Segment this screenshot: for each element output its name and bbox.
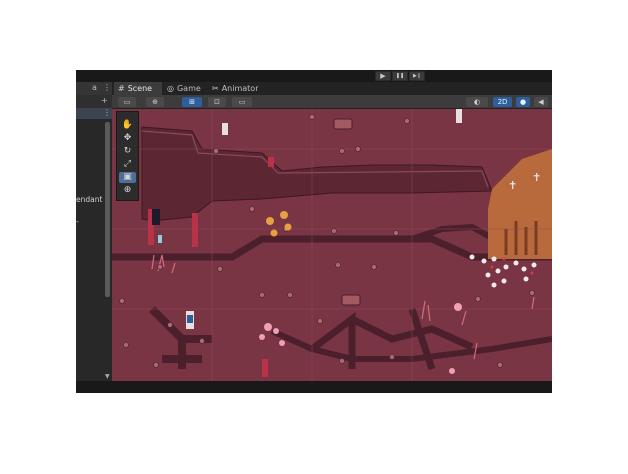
npc [456, 109, 462, 123]
hierarchy-item-label[interactable]: endant [76, 195, 102, 204]
rotate-tool-button[interactable]: ↻ [119, 146, 136, 157]
2d-mode-label: 2D [497, 97, 508, 106]
step-icon: ▶❙ [412, 72, 422, 79]
animator-icon: ✂ [212, 84, 219, 93]
play-icon: ▶ [380, 71, 386, 80]
transform-icon: ⊕ [123, 185, 132, 195]
rect-icon: ▭ [123, 97, 131, 106]
move-icon: ✥ [123, 133, 132, 143]
tab-game[interactable]: ◎ Game [163, 82, 207, 95]
playmode-toolbar: ▶ ❚❚ ▶❙ [76, 70, 552, 82]
add-icon[interactable]: + [101, 97, 108, 105]
crate [333, 118, 353, 130]
hierarchy-selected-row[interactable]: ⋮ [76, 108, 112, 119]
crate [341, 294, 361, 306]
status-bar [112, 381, 552, 393]
hand-icon: ✋ [121, 120, 134, 130]
move-tool-button[interactable]: ✥ [119, 133, 136, 144]
hierarchy-scrollbar[interactable] [105, 122, 110, 297]
snap-icon: ⊡ [214, 97, 220, 106]
grid-icon: ⊞ [189, 97, 195, 106]
light-icon: ● [519, 97, 527, 106]
pillar [192, 213, 198, 247]
playmode-controls: ▶ ❚❚ ▶❙ [375, 71, 425, 81]
shading-icon: ◐ [473, 97, 481, 106]
pillar [268, 157, 274, 167]
game-icon: ◎ [167, 84, 174, 93]
tab-scene-label: Scene [127, 84, 153, 93]
tab-animator-label: Animator [221, 84, 259, 93]
tab-game-label: Game [176, 84, 201, 93]
hierarchy-search[interactable]: + [76, 95, 112, 108]
increment-snap-button[interactable]: ▭ [232, 97, 252, 107]
pause-icon: ❚❚ [395, 72, 405, 79]
view-tool-button[interactable]: ✋ [119, 120, 136, 131]
global-toggle-button[interactable]: ⊕ [146, 97, 164, 107]
grid-toggle-button[interactable]: ⊞ [182, 97, 202, 107]
npc [158, 235, 162, 243]
rect-transform-icon: ▣ [123, 172, 132, 182]
scene-icon: # [118, 84, 125, 93]
rotate-icon: ↻ [123, 146, 132, 156]
scale-tool-button[interactable]: ⤢ [119, 159, 136, 170]
audio-toggle-button[interactable]: ◀ [534, 97, 548, 107]
scene-tools-overlay: ✋ ✥ ↻ ⤢ ▣ ⊕ [116, 111, 139, 201]
row-menu-icon[interactable]: ⋮ [103, 109, 111, 117]
shading-mode-button[interactable]: ◐ [466, 97, 488, 107]
rect-tool-button[interactable]: ▣ [119, 172, 136, 183]
scroll-down-icon[interactable]: ▼ [105, 373, 110, 380]
transform-tool-button[interactable]: ⊕ [119, 185, 136, 196]
player-cloak [187, 315, 193, 323]
scene-tab-bar: # Scene ◎ Game ✂ Animator [112, 82, 552, 95]
step-button[interactable]: ▶❙ [409, 71, 425, 81]
pillar [262, 359, 268, 377]
hierarchy-panel: a ⋮ + ⋮ endant - ▼ [76, 82, 112, 381]
audio-icon: ◀ [538, 97, 544, 106]
hierarchy-item-dash: - [76, 217, 79, 226]
unity-editor-window: ▶ ❚❚ ▶❙ a ⋮ + ⋮ endant - ▼ # Scene ◎ Gam… [76, 70, 552, 393]
doorway [152, 209, 160, 225]
tab-animator[interactable]: ✂ Animator [208, 82, 264, 95]
global-icon: ⊕ [152, 97, 158, 106]
tab-scene[interactable]: # Scene [114, 82, 162, 95]
snap-button[interactable]: ⊡ [208, 97, 226, 107]
increment-snap-icon: ▭ [238, 97, 246, 106]
rect-select-button[interactable]: ▭ [118, 97, 136, 107]
level-map: ✝ ✝ [112, 109, 552, 381]
play-button[interactable]: ▶ [375, 71, 391, 81]
cross-icon: ✝ [508, 179, 517, 192]
scene-view[interactable]: ✝ ✝ [112, 109, 552, 381]
cross-icon-2: ✝ [532, 171, 541, 184]
2d-mode-button[interactable]: 2D [493, 97, 512, 107]
scene-toolbar: ▭ ⊕ ⊞ ⊡ ▭ ◐ 2D ● ◀ [112, 95, 552, 109]
lighting-toggle-button[interactable]: ● [516, 97, 530, 107]
panel-menu-icon[interactable]: ⋮ [103, 84, 111, 92]
lock-icon[interactable]: a [92, 84, 97, 92]
pause-button[interactable]: ❚❚ [392, 71, 408, 81]
scale-icon: ⤢ [123, 159, 132, 169]
npc [222, 123, 228, 135]
hierarchy-header: a ⋮ [76, 82, 112, 95]
